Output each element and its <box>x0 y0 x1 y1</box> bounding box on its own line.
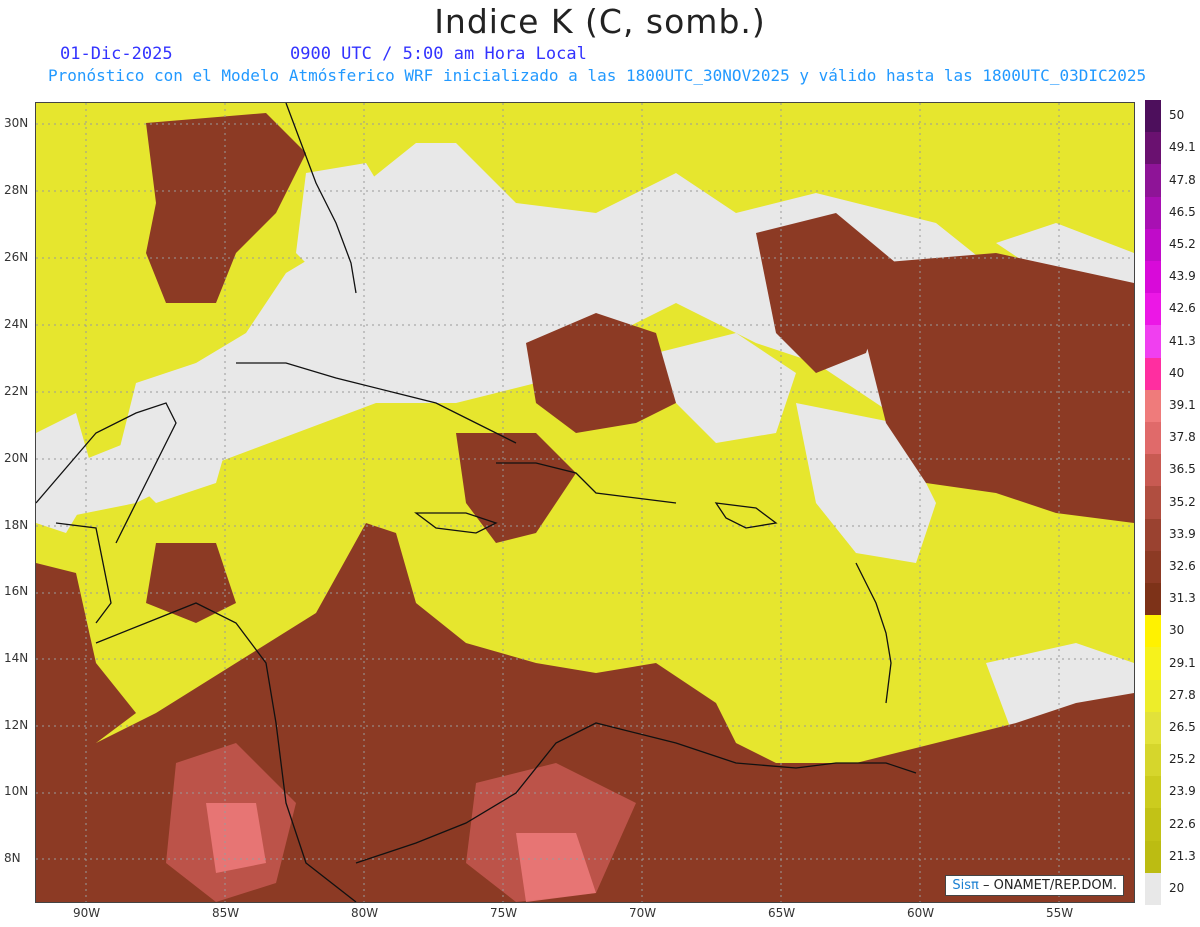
legend-swatch <box>1145 325 1161 359</box>
legend-value: 22.6 <box>1169 816 1196 831</box>
lat-label: 10N <box>4 784 29 798</box>
legend-value: 25.2 <box>1169 752 1196 767</box>
legend-value: 37.8 <box>1169 430 1196 445</box>
lon-label: 55W <box>1046 906 1074 920</box>
legend-swatch <box>1145 679 1161 713</box>
legend-swatch <box>1145 872 1161 906</box>
legend-swatch <box>1145 196 1161 230</box>
model-info: Pronóstico con el Modelo Atmósferico WRF… <box>48 66 1147 85</box>
legend-value: 41.3 <box>1169 333 1196 348</box>
legend-swatch <box>1145 261 1161 294</box>
legend-swatch <box>1145 389 1161 423</box>
legend-swatch <box>1145 840 1161 874</box>
legend-value: 50 <box>1169 108 1185 123</box>
legend-swatch <box>1145 164 1161 198</box>
legend-value: 36.5 <box>1169 462 1196 477</box>
legend-swatch <box>1145 357 1161 391</box>
lat-label: 24N <box>4 317 29 331</box>
legend-value: 40 <box>1169 365 1185 380</box>
lat-label: 30N <box>4 116 29 130</box>
legend-swatch <box>1145 293 1161 326</box>
legend-swatch <box>1145 647 1161 681</box>
lat-label: 8N <box>4 851 21 865</box>
legend-value: 45.2 <box>1169 236 1196 251</box>
legend-value: 47.8 <box>1169 172 1196 187</box>
legend-value: 30 <box>1169 623 1185 638</box>
legend-value: 31.3 <box>1169 591 1196 606</box>
legend-value: 26.5 <box>1169 719 1196 734</box>
lon-label: 60W <box>907 906 935 920</box>
lon-label: 90W <box>73 906 101 920</box>
lon-label: 65W <box>768 906 796 920</box>
legend-swatch <box>1145 615 1161 648</box>
lat-label: 16N <box>4 584 29 598</box>
lat-label: 14N <box>4 651 29 665</box>
legend-swatch <box>1145 744 1161 777</box>
legend-value: 29.1 <box>1169 655 1196 670</box>
legend-swatch <box>1145 454 1161 487</box>
lat-label: 28N <box>4 183 29 197</box>
lat-label: 18N <box>4 518 29 532</box>
color-legend: 50 49.1 47.8 46.5 45.2 43.9 42.6 41.3 40 39.1 37.8… <box>1145 100 1196 906</box>
lat-label: 20N <box>4 451 29 465</box>
forecast-map: Sisπ – ONAMET/REP.DOM. <box>35 102 1135 903</box>
lon-label: 80W <box>351 906 379 920</box>
legend-value: 49.1 <box>1169 140 1196 155</box>
sispi-logo: Sisπ <box>952 878 979 893</box>
forecast-date: 01-Dic-2025 <box>60 44 173 64</box>
legend-value: 27.8 <box>1169 687 1196 702</box>
lat-label: 12N <box>4 718 29 732</box>
legend-value: 46.5 <box>1169 204 1196 219</box>
legend-value: 35.2 <box>1169 494 1196 509</box>
credit-badge: Sisπ – ONAMET/REP.DOM. <box>945 875 1124 896</box>
legend-swatch <box>1145 808 1161 842</box>
map-title: Indice K (C, somb.) <box>434 2 766 41</box>
legend-swatch <box>1145 550 1161 584</box>
legend-swatch <box>1145 518 1161 552</box>
legend-value: 39.1 <box>1169 397 1196 412</box>
legend-swatch <box>1145 132 1161 165</box>
lon-label: 85W <box>212 906 240 920</box>
legend-value: 23.9 <box>1169 784 1196 799</box>
legend-swatch <box>1145 583 1161 616</box>
lon-label: 75W <box>490 906 518 920</box>
legend-value: 32.6 <box>1169 558 1196 573</box>
lon-label: 70W <box>629 906 657 920</box>
legend-swatch <box>1145 711 1161 745</box>
legend-swatch <box>1145 100 1161 133</box>
map-field <box>36 103 1134 902</box>
legend-swatch <box>1145 422 1161 455</box>
lat-label: 26N <box>4 250 29 264</box>
lat-label: 22N <box>4 384 29 398</box>
legend-value: 43.9 <box>1169 269 1196 284</box>
legend-value: 33.9 <box>1169 526 1196 541</box>
legend-swatch <box>1145 486 1161 520</box>
legend-swatch <box>1145 776 1161 809</box>
legend-swatch <box>1145 228 1161 262</box>
credit-text: – ONAMET/REP.DOM. <box>978 878 1117 893</box>
legend-value: 42.6 <box>1169 301 1196 316</box>
legend-value: 20 <box>1169 880 1185 895</box>
forecast-time: 0900 UTC / 5:00 am Hora Local <box>290 44 587 64</box>
legend-value: 21.3 <box>1169 848 1196 863</box>
